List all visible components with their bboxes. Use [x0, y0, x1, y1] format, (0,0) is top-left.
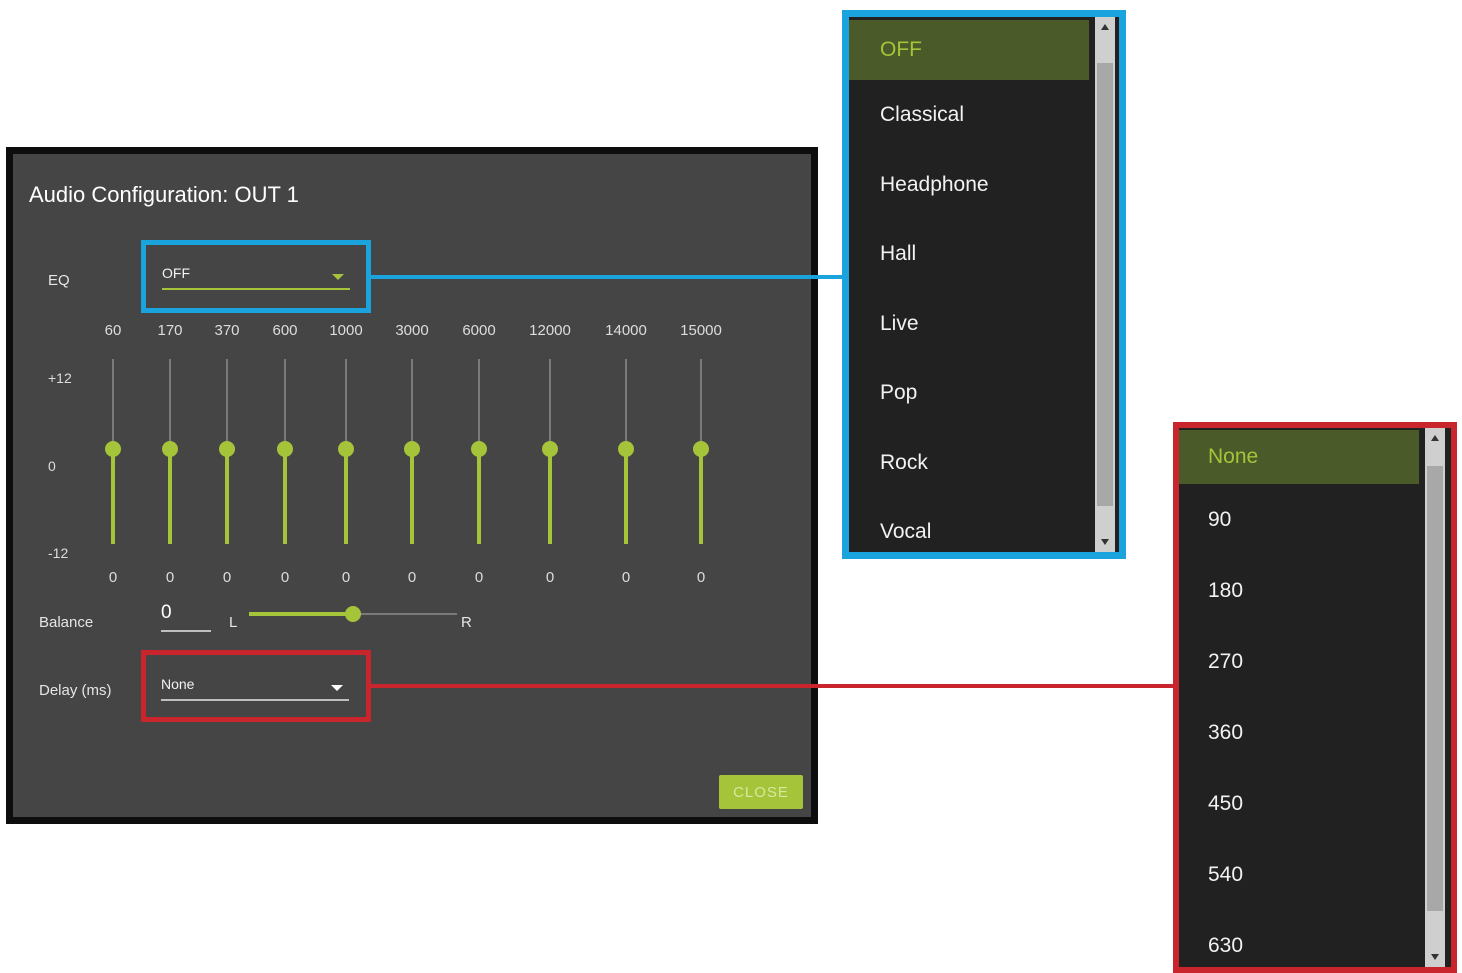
eq-band-slider-600[interactable]: [277, 359, 293, 544]
eq-scrollbar-thumb[interactable]: [1097, 63, 1113, 506]
slider-handle[interactable]: [471, 441, 487, 457]
eq-band-level-12000: 0: [545, 569, 555, 586]
balance-right-label: R: [461, 614, 472, 631]
slider-handle[interactable]: [162, 441, 178, 457]
delay-option-450[interactable]: 450: [1179, 768, 1419, 839]
delay-dropdown-scrollbar[interactable]: [1425, 428, 1445, 967]
eq-band-level-14000: 0: [621, 569, 631, 586]
slider-handle[interactable]: [277, 441, 293, 457]
eq-band-slider-14000[interactable]: [618, 359, 634, 544]
eq-highlight-box: [141, 240, 371, 313]
delay-option-540[interactable]: 540: [1179, 839, 1419, 910]
eq-option-off[interactable]: OFF: [849, 20, 1089, 80]
frequency-label-14000: 14000: [605, 322, 647, 339]
scroll-up-icon[interactable]: [1431, 435, 1439, 441]
eq-band-slider-3000[interactable]: [404, 359, 420, 544]
eq-option-rock[interactable]: Rock: [849, 428, 1089, 498]
balance-left-label: L: [229, 614, 238, 631]
slider-fill: [225, 449, 229, 544]
frequency-label-3000: 3000: [395, 322, 429, 339]
frequency-label-60: 60: [104, 322, 122, 339]
slider-fill: [410, 449, 414, 544]
frequency-label-600: 600: [272, 322, 298, 339]
eq-option-vocal[interactable]: Vocal: [849, 497, 1089, 552]
eq-dropdown-scrollbar[interactable]: [1095, 17, 1115, 552]
eq-band-level-170: 0: [165, 569, 175, 586]
slider-fill: [168, 449, 172, 544]
frequency-label-1000: 1000: [329, 322, 363, 339]
scroll-up-icon[interactable]: [1101, 24, 1109, 30]
slider-fill: [283, 449, 287, 544]
eq-band-slider-12000[interactable]: [542, 359, 558, 544]
delay-option-270[interactable]: 270: [1179, 626, 1419, 697]
scale-zero-label: 0: [48, 458, 56, 474]
eq-band-level-6000: 0: [474, 569, 484, 586]
slider-fill: [624, 449, 628, 544]
balance-slider[interactable]: [249, 606, 457, 622]
slider-handle[interactable]: [404, 441, 420, 457]
audio-configuration-dialog: Audio Configuration: OUT 1 EQ OFF +12 0 …: [6, 147, 818, 824]
eq-option-pop[interactable]: Pop: [849, 358, 1089, 428]
balance-value-field[interactable]: 0: [161, 602, 211, 632]
delay-label: Delay (ms): [39, 682, 112, 699]
delay-scrollbar-thumb[interactable]: [1427, 466, 1443, 911]
delay-option-630[interactable]: 630: [1179, 910, 1419, 967]
eq-band-level-1000: 0: [341, 569, 351, 586]
balance-label: Balance: [39, 614, 94, 631]
eq-preset-dropdown: OFF Classical Headphone Hall Live Pop Rock Voca…: [842, 10, 1126, 559]
slider-handle[interactable]: [338, 441, 354, 457]
eq-option-classical[interactable]: Classical: [849, 80, 1089, 150]
slider-fill: [548, 449, 552, 544]
delay-option-180[interactable]: 180: [1179, 555, 1419, 626]
eq-callout-line: [370, 275, 846, 279]
delay-option-none[interactable]: None: [1179, 430, 1419, 484]
frequency-label-6000: 6000: [462, 322, 496, 339]
frequency-label-370: 370: [214, 322, 240, 339]
eq-option-hall[interactable]: Hall: [849, 219, 1089, 289]
slider-fill: [344, 449, 348, 544]
slider-fill: [111, 449, 115, 544]
eq-option-headphone[interactable]: Headphone: [849, 150, 1089, 220]
eq-band-slider-60[interactable]: [105, 359, 121, 544]
eq-band-slider-6000[interactable]: [471, 359, 487, 544]
eq-band-slider-370[interactable]: [219, 359, 235, 544]
close-button[interactable]: CLOSE: [719, 775, 803, 809]
frequency-label-170: 170: [157, 322, 183, 339]
frequency-label-15000: 15000: [680, 322, 722, 339]
dialog-title: Audio Configuration: OUT 1: [29, 182, 299, 207]
slider-handle[interactable]: [618, 441, 634, 457]
eq-band-level-3000: 0: [407, 569, 417, 586]
eq-band-slider-1000[interactable]: [338, 359, 354, 544]
slider-fill: [699, 449, 703, 544]
eq-label: EQ: [48, 272, 70, 289]
slider-handle[interactable]: [105, 441, 121, 457]
slider-fill: [477, 449, 481, 544]
slider-handle[interactable]: [693, 441, 709, 457]
scroll-down-icon[interactable]: [1101, 539, 1109, 545]
scale-max-label: +12: [48, 370, 72, 386]
scroll-down-icon[interactable]: [1431, 954, 1439, 960]
eq-band-level-600: 0: [280, 569, 290, 586]
frequency-label-12000: 12000: [529, 322, 571, 339]
delay-option-90[interactable]: 90: [1179, 484, 1419, 555]
balance-slider-fill: [249, 612, 353, 616]
eq-band-level-60: 0: [108, 569, 118, 586]
eq-band-level-15000: 0: [696, 569, 706, 586]
scale-min-label: -12: [48, 545, 69, 561]
eq-band-level-370: 0: [222, 569, 232, 586]
delay-callout-line: [370, 684, 1176, 688]
slider-handle[interactable]: [219, 441, 235, 457]
eq-band-slider-15000[interactable]: [693, 359, 709, 544]
delay-option-360[interactable]: 360: [1179, 697, 1419, 768]
eq-option-live[interactable]: Live: [849, 289, 1089, 359]
eq-band-slider-170[interactable]: [162, 359, 178, 544]
delay-highlight-box: [141, 650, 371, 722]
slider-handle[interactable]: [542, 441, 558, 457]
balance-slider-handle[interactable]: [345, 606, 361, 622]
delay-dropdown: None 90 180 270 360 450 540 630: [1173, 422, 1457, 973]
